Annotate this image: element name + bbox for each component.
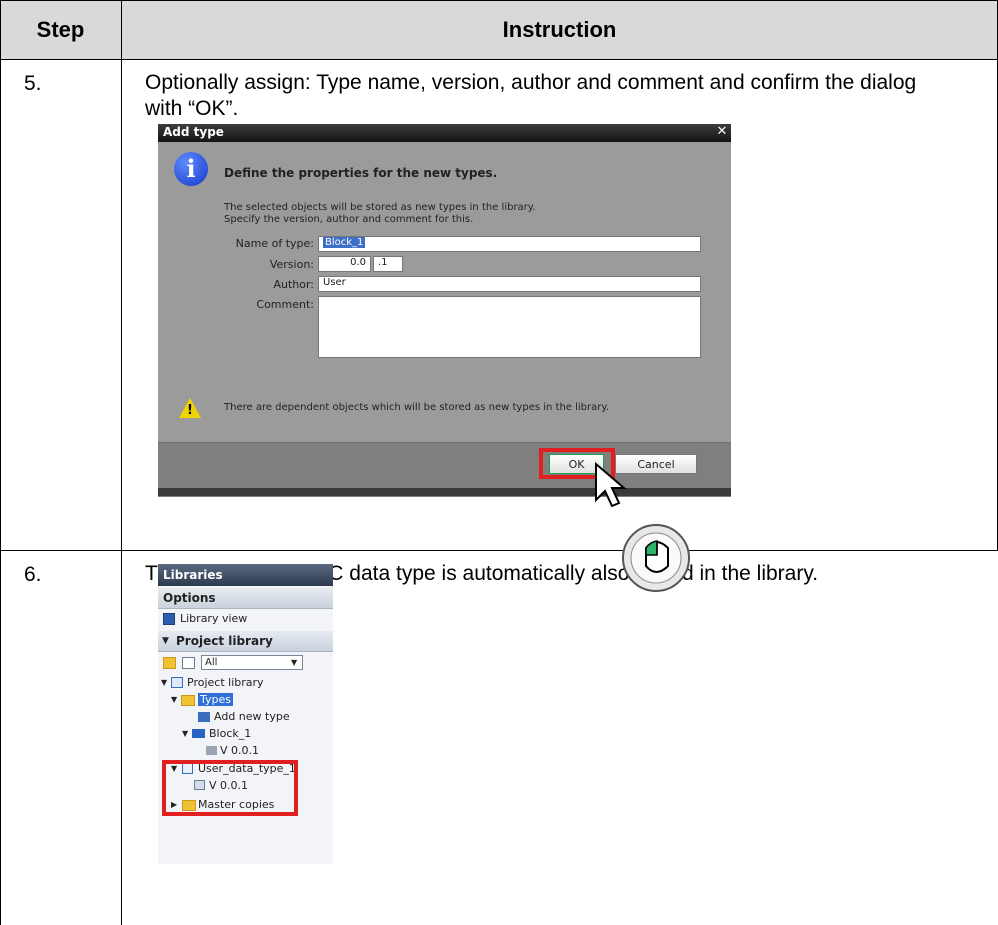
info-icon: i	[174, 152, 208, 186]
tree-item-add-new-type[interactable]: Add new type	[158, 708, 333, 726]
chevron-down-icon: ▼	[182, 729, 189, 738]
name-of-type-input[interactable]: Block_1	[318, 236, 701, 252]
dialog-description: The selected objects will be stored as n…	[224, 202, 536, 213]
grid-line	[0, 59, 998, 60]
udt-highlight-box	[162, 760, 298, 816]
chevron-down-icon: ▼	[161, 678, 168, 687]
version-label: Version:	[269, 258, 314, 271]
libraries-title: Libraries	[163, 568, 223, 582]
filter-value: All	[205, 657, 218, 668]
tree-item-block-version[interactable]: V 0.0.1	[158, 742, 333, 760]
new-folder-icon[interactable]	[163, 657, 176, 669]
dialog-body: i Define the properties for the new type…	[158, 142, 731, 442]
step-number: 5.	[24, 72, 42, 95]
library-view-button[interactable]: Library view	[158, 610, 333, 628]
libraries-titlebar: Libraries	[158, 564, 333, 586]
grid-line	[0, 0, 1, 925]
version-minor-input[interactable]: .1	[373, 256, 403, 272]
step-number: 6.	[24, 563, 42, 586]
dialog-title: Add type	[163, 125, 224, 139]
warning-text: There are dependent objects which will b…	[224, 402, 610, 413]
library-view-label: Library view	[180, 612, 248, 625]
library-view-icon	[163, 613, 175, 625]
libraries-panel: Libraries Options Library view ▼ Project…	[158, 564, 333, 864]
version-icon	[206, 746, 217, 755]
library-icon	[171, 677, 183, 688]
list-view-icon[interactable]	[182, 657, 195, 669]
mouse-click-illustration	[595, 461, 690, 592]
library-toolbar: All ▼	[158, 654, 333, 672]
grid-line	[121, 0, 122, 925]
version-major-input[interactable]: 0.0	[318, 256, 371, 272]
tree-item-types[interactable]: ▼ Types	[158, 691, 333, 709]
project-library-header: Project library	[176, 634, 273, 648]
header-instruction: Instruction	[502, 17, 617, 42]
tree-label: Add new type	[214, 710, 290, 723]
dropdown-arrow-icon[interactable]: ▼	[291, 658, 297, 667]
grid-line	[0, 550, 998, 551]
tree-label: Block_1	[209, 727, 252, 740]
folder-icon	[181, 695, 195, 706]
grid-line	[0, 0, 998, 1]
header-step: Step	[36, 17, 85, 42]
tree-label: Types	[198, 693, 233, 706]
dialog-heading: Define the properties for the new types.	[224, 166, 498, 180]
chevron-down-icon: ▼	[171, 695, 178, 704]
block-icon	[192, 729, 205, 738]
name-of-type-value: Block_1	[323, 237, 366, 248]
chevron-down-icon: ▼	[162, 636, 169, 646]
warning-exclamation: !	[187, 403, 193, 418]
close-icon[interactable]: ✕	[715, 125, 729, 139]
tree-label: V 0.0.1	[220, 744, 260, 757]
dialog-description: Specify the version, author and comment …	[224, 214, 474, 225]
author-label: Author:	[273, 278, 314, 291]
add-type-dialog: Add type ✕ i Define the properties for t…	[158, 124, 731, 497]
filter-select[interactable]: All	[201, 655, 303, 670]
mouse-pointer-icon	[595, 461, 627, 508]
options-section[interactable]: Options	[158, 588, 333, 609]
tree-item-block[interactable]: ▼ Block_1	[158, 725, 333, 743]
add-type-icon	[198, 712, 210, 722]
project-library-section[interactable]: ▼ Project library	[158, 631, 333, 652]
name-of-type-label: Name of type:	[235, 237, 314, 250]
tree-label: Project library	[187, 676, 264, 689]
comment-label: Comment:	[256, 298, 314, 311]
instruction-text: Optionally assign: Type name, version, a…	[145, 71, 917, 120]
author-input[interactable]: User	[318, 276, 701, 292]
options-label: Options	[163, 591, 216, 605]
dialog-titlebar: Add type ✕	[158, 124, 731, 142]
tree-item-project-library[interactable]: ▼ Project library	[158, 674, 333, 692]
comment-textarea[interactable]	[318, 296, 701, 358]
